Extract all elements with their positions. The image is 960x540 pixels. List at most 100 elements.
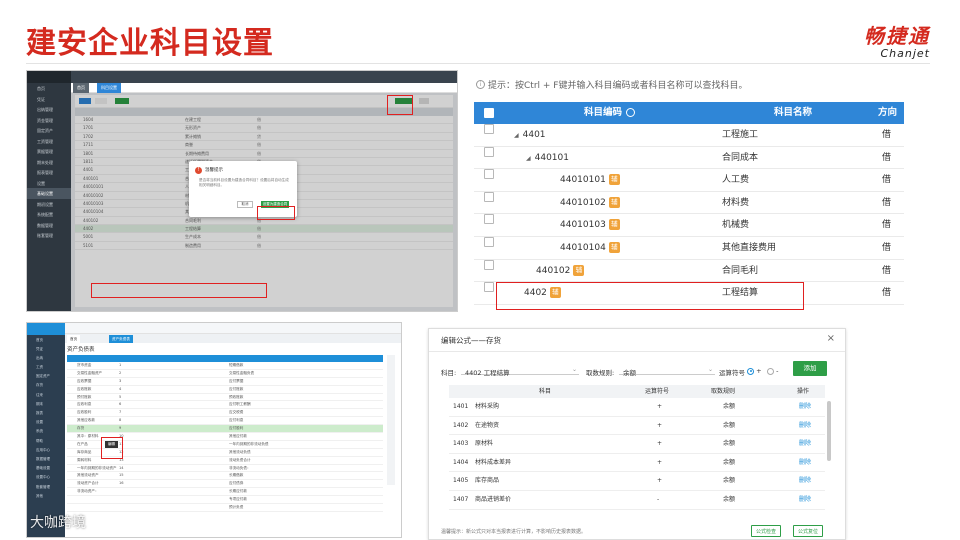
account-row[interactable]: ◢ 4401 工程施工 借	[474, 124, 904, 147]
p3-sidebar-item[interactable]: 工资	[27, 363, 65, 372]
row-checkbox[interactable]	[484, 169, 494, 180]
op-plus-radio[interactable]: +	[747, 367, 762, 375]
row-checkbox[interactable]	[484, 236, 494, 247]
p1-sidebar-item[interactable]: 资金管理	[27, 115, 71, 126]
p3-sidebar-item[interactable]: 出纳	[27, 353, 65, 362]
table-row[interactable]: 应收账款 4 应付账款	[67, 386, 383, 394]
table-row[interactable]: 应收股利 7 应交税费	[67, 409, 383, 418]
op-minus-radio[interactable]: -	[767, 367, 778, 375]
row-checkbox[interactable]	[484, 146, 494, 157]
table-row[interactable]: 预付账款 5 预收账款	[67, 394, 383, 402]
add-button[interactable]: 添加	[793, 361, 827, 376]
p1-sidebar-item[interactable]: 账套管理	[27, 230, 71, 241]
formula-row[interactable]: 1407 商品进销差价 - 余额 删除	[449, 491, 825, 510]
account-row[interactable]: 44010104 辅 其他直接费用 借	[474, 236, 904, 260]
row-liability: 交易性金融负债	[229, 370, 255, 375]
p3-sidebar-item[interactable]: 系统	[27, 427, 65, 436]
p3-sidebar-item[interactable]: 首页	[27, 335, 65, 344]
account-row[interactable]: ◢ 440101 合同成本 借	[474, 146, 904, 170]
p3-sidebar-item[interactable]: 存货	[27, 381, 65, 390]
expand-arrow-icon[interactable]: ◢	[526, 155, 531, 162]
p1-sidebar-item[interactable]: 设置	[27, 178, 71, 189]
p3-sidebar-item[interactable]: 基础设置	[27, 464, 65, 473]
table-row[interactable]: 一年内到期的非流动资产 14 非流动负债：	[67, 465, 383, 473]
formula-row[interactable]: 1405 库存商品 + 余额 删除	[449, 472, 825, 491]
p3-sidebar-item[interactable]: 应用中心	[27, 445, 65, 454]
p3-tab-home[interactable]: 首页	[67, 335, 81, 343]
p1-sidebar-item[interactable]: 出纳管理	[27, 104, 71, 115]
dialog-cancel-button[interactable]: 取消	[237, 201, 253, 208]
p1-sidebar-item[interactable]: 期初设置	[27, 199, 71, 210]
formula-row[interactable]: 1402 在途物资 + 余额 删除	[449, 417, 825, 436]
p1-sidebar-item[interactable]: 系统配置	[27, 209, 71, 220]
formula-row[interactable]: 1401 材料采购 + 余额 删除	[449, 398, 825, 417]
table-row[interactable]: 其他应收款 8 应付利息	[67, 417, 383, 426]
table-row[interactable]: 专项应付款	[67, 496, 383, 505]
p3-sidebar-item[interactable]: 账套管理	[27, 482, 65, 491]
aux-tag: 辅	[608, 219, 620, 231]
formula-reset-button[interactable]: 公式复位	[793, 525, 823, 537]
table-row[interactable]: 非流动资产： 长期应付款	[67, 488, 383, 497]
p1-sidebar-item[interactable]: 凭证	[27, 94, 71, 105]
table-row[interactable]: 预计负债	[67, 504, 383, 512]
row-liability: 应付股利	[229, 426, 244, 431]
account-code-text: 44010102	[560, 197, 606, 208]
formula-check-button[interactable]: 公式检查	[751, 525, 781, 537]
delete-link[interactable]: 删除	[799, 417, 811, 435]
p3-sidebar-item[interactable]: 固定资产	[27, 372, 65, 381]
p3-sidebar-item[interactable]: 凭证	[27, 344, 65, 353]
gear-icon[interactable]	[626, 108, 636, 117]
p1-sidebar-item[interactable]: 固定资产	[27, 125, 71, 136]
account-row[interactable]: 44010101 辅 人工费 借	[474, 169, 904, 192]
delete-link[interactable]: 删除	[799, 435, 811, 453]
p3-sidebar-item[interactable]: 期末	[27, 399, 65, 408]
formula-row[interactable]: 1403 原材料 + 余额 删除	[449, 435, 825, 454]
p1-sidebar-item[interactable]: 票据管理	[27, 146, 71, 157]
p3-sidebar-item[interactable]: 报表	[27, 409, 65, 418]
delete-link[interactable]: 删除	[799, 472, 811, 490]
row-checkbox[interactable]	[484, 191, 494, 202]
p3-sidebar-item[interactable]: 往来	[27, 390, 65, 399]
row-checkbox[interactable]	[484, 259, 494, 270]
p3-sidebar-item[interactable]: 数据管理	[27, 454, 65, 463]
table-row[interactable]: 存货 9 应付股利	[67, 425, 383, 434]
table-row[interactable]: 应收利息 6 应付职工薪酬	[67, 401, 383, 410]
p1-tab-accounts[interactable]: 科目设置	[97, 83, 121, 93]
expand-arrow-icon[interactable]: ◢	[514, 132, 519, 139]
highlight-confirm	[257, 206, 295, 220]
account-row[interactable]: 44010102 辅 材料费 借	[474, 191, 904, 215]
p1-sidebar-item[interactable]: 报表管理	[27, 167, 71, 178]
select-all-checkbox[interactable]	[484, 108, 494, 118]
p3-sidebar-item[interactable]: 设置	[27, 418, 65, 427]
close-icon[interactable]: ×	[827, 333, 835, 344]
p1-tab-home[interactable]: 首页	[73, 83, 89, 93]
row-checkbox[interactable]	[484, 124, 494, 134]
p3-sidebar-item[interactable]: 帮助	[27, 436, 65, 445]
p1-sidebar-item[interactable]: 基础设置	[27, 188, 71, 199]
rule-select[interactable]: 余额 ⌄	[619, 363, 715, 377]
delete-link[interactable]: 删除	[799, 491, 811, 509]
formula-scrollbar[interactable]	[827, 401, 831, 461]
p3-sidebar-item[interactable]: 其他	[27, 491, 65, 500]
formula-row[interactable]: 1404 材料成本差异 + 余额 删除	[449, 454, 825, 473]
p1-sidebar-item[interactable]: 数据管理	[27, 220, 71, 231]
p1-sidebar-item[interactable]: 期末处理	[27, 157, 71, 168]
p3-tab-balance[interactable]: 资产负债表	[109, 335, 133, 343]
row-checkbox[interactable]	[484, 282, 494, 293]
table-row[interactable]: 其他流动资产 15 长期借款	[67, 472, 383, 481]
row-checkbox[interactable]	[484, 214, 494, 225]
p3-scrollbar[interactable]	[387, 355, 395, 485]
account-row[interactable]: 44010103 辅 机械费 借	[474, 214, 904, 237]
row-asset: 应收票据	[77, 378, 92, 383]
delete-link[interactable]: 删除	[799, 454, 811, 472]
subject-select[interactable]: 4402 工程结算 ⌄	[461, 363, 579, 377]
delete-link[interactable]: 删除	[799, 398, 811, 416]
table-row[interactable]: 应收票据 3 应付票据	[67, 378, 383, 386]
p3-sidebar-item[interactable]: 设置中心	[27, 473, 65, 482]
table-row[interactable]: 流动资产合计 16 应付债券	[67, 480, 383, 489]
table-row[interactable]: 货币资金 1 短期借款	[67, 362, 383, 370]
p1-sidebar-item[interactable]: 工资管理	[27, 136, 71, 147]
table-row[interactable]: 交易性金融资产 2 交易性金融负债	[67, 370, 383, 378]
p1-sidebar-item[interactable]: 首页	[27, 83, 71, 94]
account-row[interactable]: 440102 辅 合同毛利 借	[474, 259, 904, 283]
